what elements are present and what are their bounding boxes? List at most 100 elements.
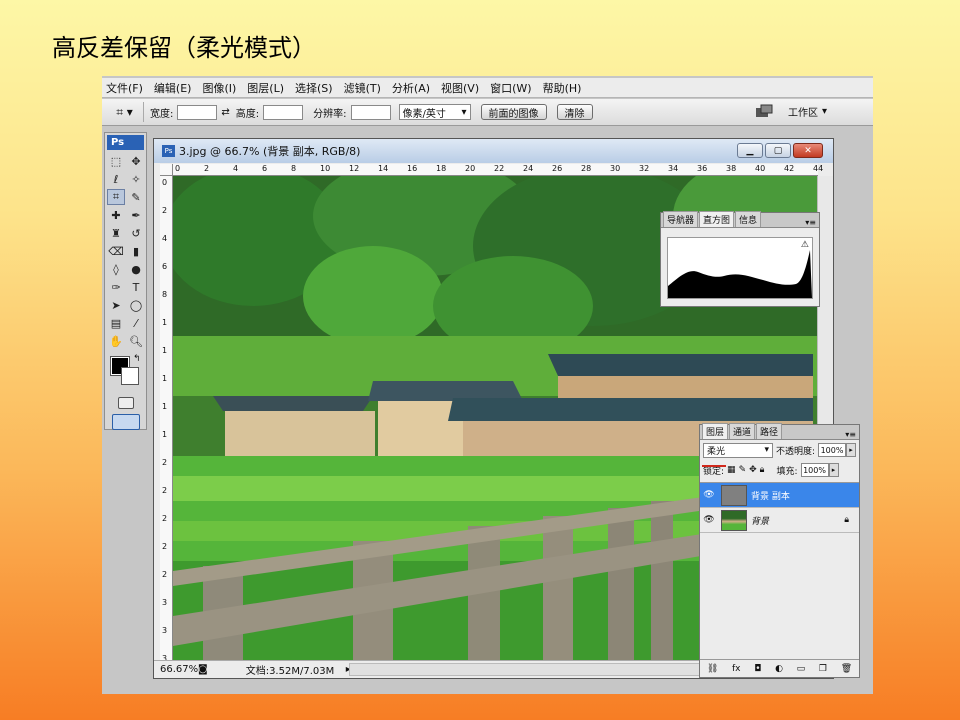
crop-tool-icon[interactable]: ⌗: [107, 189, 125, 205]
clear-button[interactable]: 清除: [556, 104, 593, 120]
gradient-tool-icon[interactable]: ▮: [127, 243, 145, 259]
lock-all-icon[interactable]: 🔒︎: [760, 465, 765, 475]
ruler-tick-label: 16: [407, 164, 418, 173]
ruler-horizontal[interactable]: 0 2 4 6 8 10 12 14 16 18 20 22 24 26 28 30 32 34 36 38 40 42 4…: [173, 164, 823, 176]
healing-brush-tool-icon[interactable]: ✚: [107, 207, 125, 223]
hand-tool-icon[interactable]: ✋: [107, 333, 125, 349]
blend-mode-select[interactable]: 柔光 ▾: [703, 442, 773, 458]
swap-colors-icon[interactable]: ↰: [133, 354, 141, 364]
lock-pixels-icon[interactable]: ✎: [739, 465, 747, 475]
eye-icon[interactable]: 👁︎: [700, 515, 718, 525]
layer-mask-icon[interactable]: ◘: [754, 664, 761, 674]
tab-channels[interactable]: 通道: [729, 423, 756, 439]
brush-tool-icon[interactable]: ✒: [127, 207, 145, 223]
menu-image[interactable]: 图像(I): [202, 80, 236, 96]
blur-tool-icon[interactable]: ◊: [107, 261, 125, 277]
menu-filter[interactable]: 滤镜(T): [344, 80, 381, 96]
tab-navigator[interactable]: 导航器: [663, 211, 699, 227]
ruler-tick-label: 4: [233, 164, 239, 173]
ellipse-tool-icon[interactable]: ◯: [127, 297, 145, 313]
swap-dimensions-icon[interactable]: ⇄: [221, 107, 229, 118]
workspace-menu[interactable]: 工作区 ▾: [788, 104, 827, 119]
tab-info[interactable]: 信息: [735, 211, 762, 227]
background-color[interactable]: [121, 367, 139, 385]
menu-file[interactable]: 文件(F): [106, 80, 143, 96]
width-label: 宽度:: [150, 108, 174, 120]
pen-tool-icon[interactable]: ✑: [107, 279, 125, 295]
menu-view[interactable]: 视图(V): [441, 80, 479, 96]
blend-row: 柔光 ▾ 不透明度: 100% ▸: [700, 440, 859, 460]
tab-layers[interactable]: 图层: [702, 423, 729, 439]
ruler-origin[interactable]: [160, 164, 173, 176]
crop-tool-preset-icon[interactable]: ⌗ ▾: [106, 102, 144, 122]
tab-histogram[interactable]: 直方图: [699, 211, 735, 227]
menu-help[interactable]: 帮助(H): [543, 80, 582, 96]
ruler-tick-label: 44: [813, 164, 824, 173]
resolution-field[interactable]: [350, 104, 391, 120]
document-titlebar[interactable]: Ps 3.jpg @ 66.7% (背景 副本, RGB/8) ▁ ▢ ✕: [154, 139, 833, 163]
workspace-label: 工作区: [787, 108, 818, 119]
lock-icon: 🔒︎: [844, 515, 849, 525]
layer-style-icon[interactable]: fx: [732, 664, 741, 674]
tab-paths[interactable]: 路径: [756, 423, 783, 439]
resolution-unit-value: 像素/英寸: [402, 108, 446, 120]
height-field[interactable]: [263, 104, 304, 120]
lock-transparency-icon[interactable]: ▦: [727, 465, 736, 475]
eyedropper-tool-icon[interactable]: ⁄: [127, 315, 145, 331]
resolution-unit-select[interactable]: 像素/英寸 ▾: [398, 104, 471, 120]
front-image-button[interactable]: 前面的图像: [480, 104, 547, 120]
clone-stamp-tool-icon[interactable]: ♜: [107, 225, 125, 241]
layer-row-background-copy[interactable]: 👁︎ 背景 副本: [700, 483, 859, 508]
maximize-button[interactable]: ▢: [765, 143, 791, 158]
menu-analysis[interactable]: 分析(A): [392, 80, 430, 96]
new-group-icon[interactable]: ▭: [797, 664, 806, 674]
opacity-field[interactable]: 100%: [818, 443, 846, 457]
ruler-tick-label: 0: [162, 178, 168, 187]
close-button[interactable]: ✕: [793, 143, 823, 158]
annotation-underline: [702, 465, 726, 467]
menu-select[interactable]: 选择(S): [295, 80, 333, 96]
history-brush-tool-icon[interactable]: ↺: [127, 225, 145, 241]
type-tool-icon[interactable]: T: [127, 279, 145, 295]
dodge-tool-icon[interactable]: ●: [127, 261, 145, 277]
fill-field[interactable]: 100%: [800, 463, 829, 477]
width-field[interactable]: [177, 104, 218, 120]
link-layers-icon[interactable]: ⛓: [707, 664, 718, 674]
menu-window[interactable]: 窗口(W): [490, 80, 531, 96]
move-tool-icon[interactable]: ✥: [127, 153, 145, 169]
menu-edit[interactable]: 编辑(E): [154, 80, 192, 96]
trash-icon[interactable]: 🗑︎: [841, 664, 852, 674]
bridge-icon[interactable]: [755, 104, 773, 118]
opacity-arrow-icon[interactable]: ▸: [846, 443, 856, 457]
path-selection-tool-icon[interactable]: ➤: [107, 297, 125, 313]
new-layer-icon[interactable]: ❐: [819, 664, 827, 674]
panel-menu-icon[interactable]: ▾≡: [845, 430, 859, 439]
menu-layer[interactable]: 图层(L): [247, 80, 284, 96]
quick-mask-icon[interactable]: [117, 397, 134, 409]
eraser-tool-icon[interactable]: ⌫: [107, 243, 125, 259]
notes-tool-icon[interactable]: ▤: [107, 315, 125, 331]
ruler-vertical[interactable]: 024681111122222333: [160, 176, 173, 663]
marquee-tool-icon[interactable]: ⬚: [107, 153, 125, 169]
lock-position-icon[interactable]: ✥: [749, 465, 757, 475]
warning-icon[interactable]: ⚠: [801, 240, 809, 250]
lasso-tool-icon[interactable]: ℓ: [107, 171, 125, 187]
status-menu-icon[interactable]: ◙: [198, 664, 208, 675]
zoom-level[interactable]: 66.67%: [160, 664, 198, 675]
layer-name: 背景: [751, 516, 770, 527]
eye-icon[interactable]: 👁︎: [700, 490, 718, 500]
magic-wand-tool-icon[interactable]: ✧: [127, 171, 145, 187]
screen-mode-icon[interactable]: [111, 414, 140, 430]
ruler-tick-label: 14: [378, 164, 389, 173]
panel-menu-icon[interactable]: ▾≡: [805, 218, 819, 227]
fill-label: 填充:: [776, 466, 798, 477]
navigator-panel: 导航器 直方图 信息 ▾≡ ⚠: [660, 211, 820, 307]
adjustment-layer-icon[interactable]: ◐: [775, 664, 783, 674]
layers-panel: 图层 通道 路径 ▾≡ 柔光 ▾ 不透明度: 100% ▸ 锁定: ▦ ✎ ✥ …: [699, 423, 860, 678]
zoom-tool-icon[interactable]: 🔍︎: [127, 333, 145, 349]
ruler-tick-label: 2: [162, 514, 168, 523]
slice-tool-icon[interactable]: ✎: [127, 189, 145, 205]
minimize-button[interactable]: ▁: [737, 143, 763, 158]
layer-row-background[interactable]: 👁︎ 背景 🔒︎: [700, 508, 859, 533]
fill-arrow-icon[interactable]: ▸: [828, 463, 839, 477]
